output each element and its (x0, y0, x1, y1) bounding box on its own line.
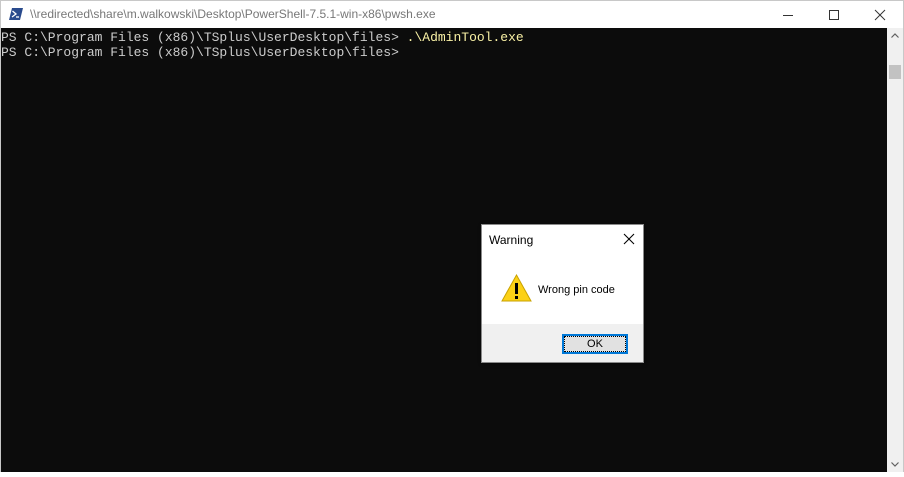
scroll-down-button[interactable] (887, 456, 903, 472)
close-button[interactable] (857, 1, 903, 28)
console-output[interactable]: PS C:\Program Files (x86)\TSplus\UserDes… (1, 28, 887, 472)
dialog-footer: OK (482, 324, 643, 362)
dialog-message: Wrong pin code (538, 284, 615, 296)
chevron-up-icon (891, 33, 899, 38)
console-line: PS C:\Program Files (x86)\TSplus\UserDes… (1, 30, 524, 45)
console-line: PS C:\Program Files (x86)\TSplus\UserDes… (1, 45, 399, 60)
powershell-icon (9, 8, 23, 20)
dialog-title: Warning (489, 233, 534, 247)
scroll-up-button[interactable] (887, 28, 903, 44)
maximize-button[interactable] (811, 1, 857, 28)
minimize-icon (783, 15, 793, 16)
console-prompt: PS C:\Program Files (x86)\TSplus\UserDes… (1, 45, 399, 60)
window-title: \\redirected\share\m.walkowski\Desktop\P… (30, 7, 436, 21)
title-bar[interactable]: \\redirected\share\m.walkowski\Desktop\P… (1, 1, 903, 28)
console-prompt: PS C:\Program Files (x86)\TSplus\UserDes… (1, 30, 407, 45)
powershell-window: \\redirected\share\m.walkowski\Desktop\P… (0, 0, 904, 472)
close-icon (623, 233, 635, 245)
dialog-close-button[interactable] (620, 230, 638, 248)
ok-button-label: OK (564, 336, 626, 352)
warning-icon (501, 274, 532, 302)
console-command: .\AdminTool.exe (406, 30, 524, 45)
chevron-down-icon (891, 462, 899, 467)
ok-button[interactable]: OK (562, 334, 628, 354)
warning-dialog: Warning Wrong pin code OK (481, 224, 644, 363)
vertical-scrollbar[interactable] (887, 28, 903, 472)
scroll-thumb[interactable] (889, 65, 901, 79)
minimize-button[interactable] (765, 1, 811, 28)
maximize-icon (829, 10, 839, 20)
close-icon (874, 9, 886, 21)
